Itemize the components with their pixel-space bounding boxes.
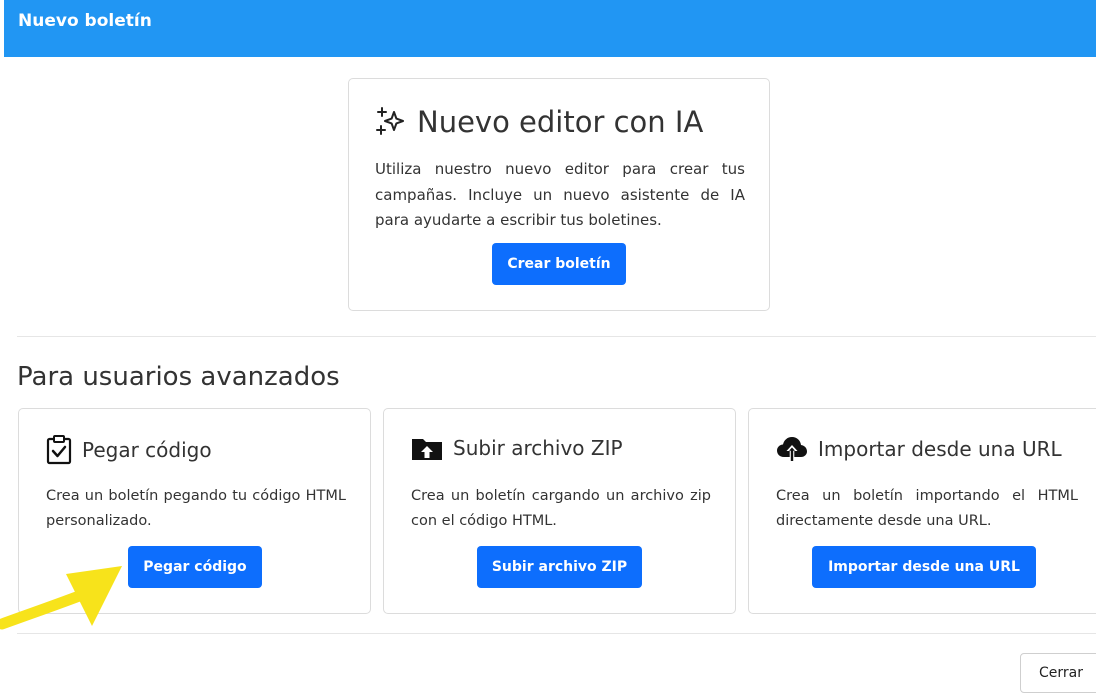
close-button[interactable]: Cerrar (1020, 653, 1096, 693)
create-newsletter-button[interactable]: Crear boletín (492, 243, 626, 285)
paste-code-heading: Pegar código (46, 435, 212, 465)
ai-editor-card: Nuevo editor con IA Utiliza nuestro nuev… (348, 78, 770, 311)
modal-header: Nuevo boletín (4, 0, 1096, 57)
paste-code-title: Pegar código (82, 438, 212, 462)
section-divider (17, 336, 1096, 337)
paste-code-button[interactable]: Pegar código (128, 546, 262, 588)
footer-divider (17, 633, 1096, 634)
import-url-heading: Importar desde una URL (776, 435, 1062, 463)
upload-zip-card: Subir archivo ZIP Crea un boletín cargan… (383, 408, 736, 614)
ai-card-heading: Nuevo editor con IA (375, 105, 703, 139)
upload-zip-title: Subir archivo ZIP (453, 436, 623, 460)
yellow-arrow-annotation (0, 566, 122, 630)
import-url-description: Crea un boletín importando el HTML direc… (776, 488, 1078, 529)
import-url-card: Importar desde una URL Crea un boletín i… (748, 408, 1096, 614)
sparkles-icon (375, 106, 407, 138)
folder-upload-icon (411, 435, 443, 461)
cloud-upload-icon (776, 435, 808, 463)
ai-card-title: Nuevo editor con IA (417, 105, 704, 139)
paste-code-description: Crea un boletín pegando tu código HTML p… (46, 488, 346, 529)
upload-zip-description: Crea un boletín cargando un archivo zip … (411, 488, 711, 529)
clipboard-check-icon (46, 435, 72, 465)
modal-title: Nuevo boletín (18, 11, 152, 31)
ai-card-description: Utiliza nuestro nuevo editor para crear … (375, 160, 745, 229)
upload-zip-heading: Subir archivo ZIP (411, 435, 623, 461)
upload-zip-button[interactable]: Subir archivo ZIP (477, 546, 642, 588)
import-url-button[interactable]: Importar desde una URL (812, 546, 1036, 588)
advanced-section-title: Para usuarios avanzados (17, 362, 340, 392)
import-url-title: Importar desde una URL (818, 437, 1062, 461)
